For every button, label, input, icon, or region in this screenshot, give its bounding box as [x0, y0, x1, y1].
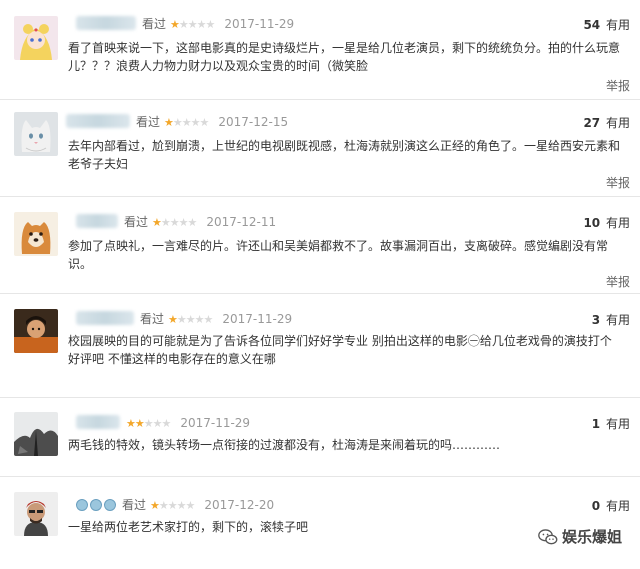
rating-stars: ★★★★★: [170, 18, 215, 31]
useful-label: 有用: [605, 499, 630, 513]
avatar[interactable]: [14, 16, 58, 60]
review-item: 看过 ★★★★★ 2017-11-29 54 有用 看了首映来说一下，这部电影真的是…: [0, 0, 640, 100]
useful-label: 有用: [605, 116, 630, 130]
emoji-icon: [90, 499, 102, 511]
useful-count: 27: [583, 116, 601, 130]
review-item: 看过 ★★★★★ 2017-12-15 27 有用 去年内部看过，尬到崩溃，上世纪的…: [0, 100, 640, 195]
useful-count: 3: [591, 313, 601, 327]
review-date: 2017-11-29: [224, 17, 295, 31]
review-meta: 看过 ★★★★★ 2017-12-15: [66, 114, 288, 130]
rating-stars: ★★★★★: [150, 499, 195, 512]
review-meta: ★★★★★ 2017-11-29: [76, 415, 250, 431]
rating-stars: ★★★★★: [168, 313, 213, 326]
emoji-icon: [76, 499, 88, 511]
username-blurred[interactable]: [76, 311, 134, 325]
avatar[interactable]: [14, 412, 58, 456]
username-blurred[interactable]: [76, 214, 118, 228]
watermark-text: 娱乐爆姐: [561, 528, 622, 546]
username-emoji[interactable]: [76, 497, 118, 513]
review-text: 去年内部看过，尬到崩溃，上世纪的电视剧既视感，杜海涛就别演这么正经的角色了。一星…: [68, 139, 621, 171]
rating-stars: ★★★★★: [126, 417, 171, 430]
review-meta: 看过 ★★★★★ 2017-12-20: [76, 497, 274, 513]
report-link[interactable]: 举报: [606, 174, 630, 191]
review-date: 2017-11-29: [180, 416, 251, 430]
avatar[interactable]: [14, 309, 58, 353]
review-meta: 看过 ★★★★★ 2017-11-29: [76, 16, 294, 32]
review-date: 2017-12-11: [206, 215, 277, 229]
useful-vote-button[interactable]: 0 有用: [592, 497, 630, 514]
report-link[interactable]: 举报: [606, 273, 630, 290]
useful-label: 有用: [605, 216, 630, 230]
username-blurred[interactable]: [66, 114, 130, 128]
avatar[interactable]: [14, 492, 58, 536]
useful-count: 10: [583, 216, 601, 230]
rating-stars: ★★★★★: [152, 216, 197, 229]
review-text: 校园展映的目的可能就是为了告诉各位同学们好好学专业 别拍出这样的电影㊀给几位老戏…: [68, 334, 612, 366]
username-blurred[interactable]: [76, 415, 120, 429]
report-link[interactable]: 举报: [606, 77, 630, 94]
review-item: ★★★★★ 2017-11-29 1 有用 两毛钱的特效，镜头转场一点衔接的过渡都…: [0, 398, 640, 473]
review-item: 看过 ★★★★★ 2017-12-11 10 有用 参加了点映礼，一言难尽的片。许还…: [0, 197, 640, 292]
review-date: 2017-12-20: [204, 498, 275, 512]
useful-vote-button[interactable]: 1 有用: [592, 415, 630, 432]
watermark: 娱乐爆姐: [538, 526, 622, 547]
useful-label: 有用: [605, 18, 630, 32]
useful-vote-button[interactable]: 27 有用: [583, 114, 630, 131]
useful-label: 有用: [605, 313, 630, 327]
review-item: 看过 ★★★★★ 2017-12-20 0 有用 一星给两位老艺术家打的，剩下的，滚…: [0, 477, 640, 569]
username-blurred[interactable]: [76, 16, 136, 30]
review-date: 2017-11-29: [222, 312, 293, 326]
review-meta: 看过 ★★★★★ 2017-11-29: [76, 311, 292, 327]
useful-vote-button[interactable]: 3 有用: [592, 311, 630, 328]
useful-label: 有用: [605, 417, 630, 431]
avatar[interactable]: [14, 212, 58, 256]
useful-count: 1: [591, 417, 601, 431]
review-text: 参加了点映礼，一言难尽的片。许还山和吴美娟都救不了。故事漏洞百出，支离破碎。感觉…: [68, 239, 609, 271]
useful-count: 54: [583, 18, 601, 32]
review-date: 2017-12-15: [218, 115, 289, 129]
watched-label: 看过: [140, 312, 165, 326]
avatar[interactable]: [14, 112, 58, 156]
useful-vote-button[interactable]: 10 有用: [583, 214, 630, 231]
useful-vote-button[interactable]: 54 有用: [583, 16, 630, 33]
review-text: 两毛钱的特效，镜头转场一点衔接的过渡都没有，杜海涛是来闹着玩的吗…………: [68, 438, 501, 452]
wechat-icon: [538, 528, 558, 544]
emoji-icon: [104, 499, 116, 511]
useful-count: 0: [591, 499, 601, 513]
review-item: 看过 ★★★★★ 2017-11-29 3 有用 校园展映的目的可能就是为了告诉各位…: [0, 294, 640, 394]
watched-label: 看过: [122, 498, 147, 512]
rating-stars: ★★★★★: [164, 116, 209, 129]
review-text: 看了首映来说一下，这部电影真的是史诗级烂片，一星是给几位老演员，剩下的统统负分。…: [68, 41, 621, 73]
watched-label: 看过: [124, 215, 149, 229]
review-meta: 看过 ★★★★★ 2017-12-11: [76, 214, 276, 230]
watched-label: 看过: [136, 115, 161, 129]
watched-label: 看过: [142, 17, 167, 31]
